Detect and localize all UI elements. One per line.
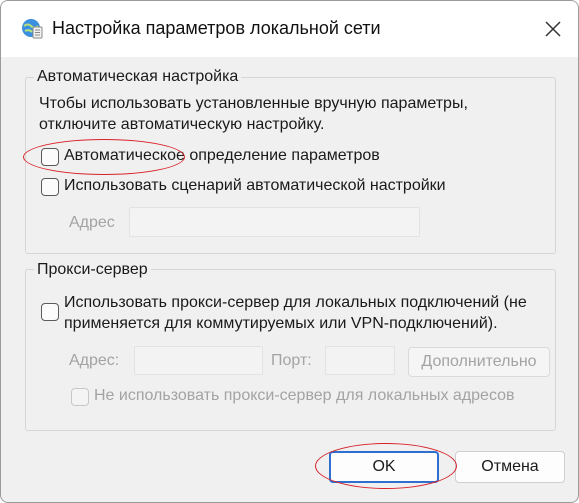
use-script-label[interactable]: Использовать сценарий автоматической нас… [64, 177, 446, 195]
title-bar: Настройка параметров локальной сети [1, 1, 578, 57]
auto-detect-label[interactable]: Автоматическое определение параметров [64, 147, 380, 165]
bypass-local-label: Не использовать прокси-сервер для локаль… [94, 387, 515, 404]
proxy-port-input[interactable] [325, 346, 395, 375]
advanced-button[interactable]: Дополнительно [408, 347, 550, 377]
proxy-port-label: Порт: [271, 352, 312, 369]
use-script-checkbox[interactable] [41, 178, 59, 196]
proxy-address-label: Адрес: [69, 352, 120, 369]
auto-config-description-line2: отключите автоматическую настройку. [39, 116, 325, 133]
ok-button[interactable]: OK [329, 451, 439, 483]
proxy-address-input[interactable] [134, 346, 263, 375]
cancel-button[interactable]: Отмена [455, 451, 565, 483]
auto-config-group-label: Автоматическая настройка [34, 68, 242, 86]
auto-detect-checkbox[interactable] [41, 148, 59, 166]
proxy-group-label: Прокси-сервер [34, 261, 151, 279]
use-proxy-label-line2[interactable]: применяется для коммутируемых или VPN-по… [64, 315, 498, 333]
use-proxy-label-line1[interactable]: Использовать прокси-сервер для локальных… [64, 294, 527, 312]
network-settings-icon [21, 17, 43, 39]
bypass-local-checkbox[interactable] [71, 388, 89, 406]
auto-config-description-line1: Чтобы использовать установленные вручную… [39, 95, 468, 112]
script-address-input[interactable] [129, 207, 420, 237]
use-proxy-checkbox[interactable] [41, 303, 59, 321]
close-icon[interactable] [537, 13, 569, 45]
dialog-title: Настройка параметров локальной сети [52, 18, 381, 38]
script-address-label: Адрес [69, 214, 115, 231]
lan-settings-dialog: Настройка параметров локальной сети Авто… [0, 0, 579, 503]
